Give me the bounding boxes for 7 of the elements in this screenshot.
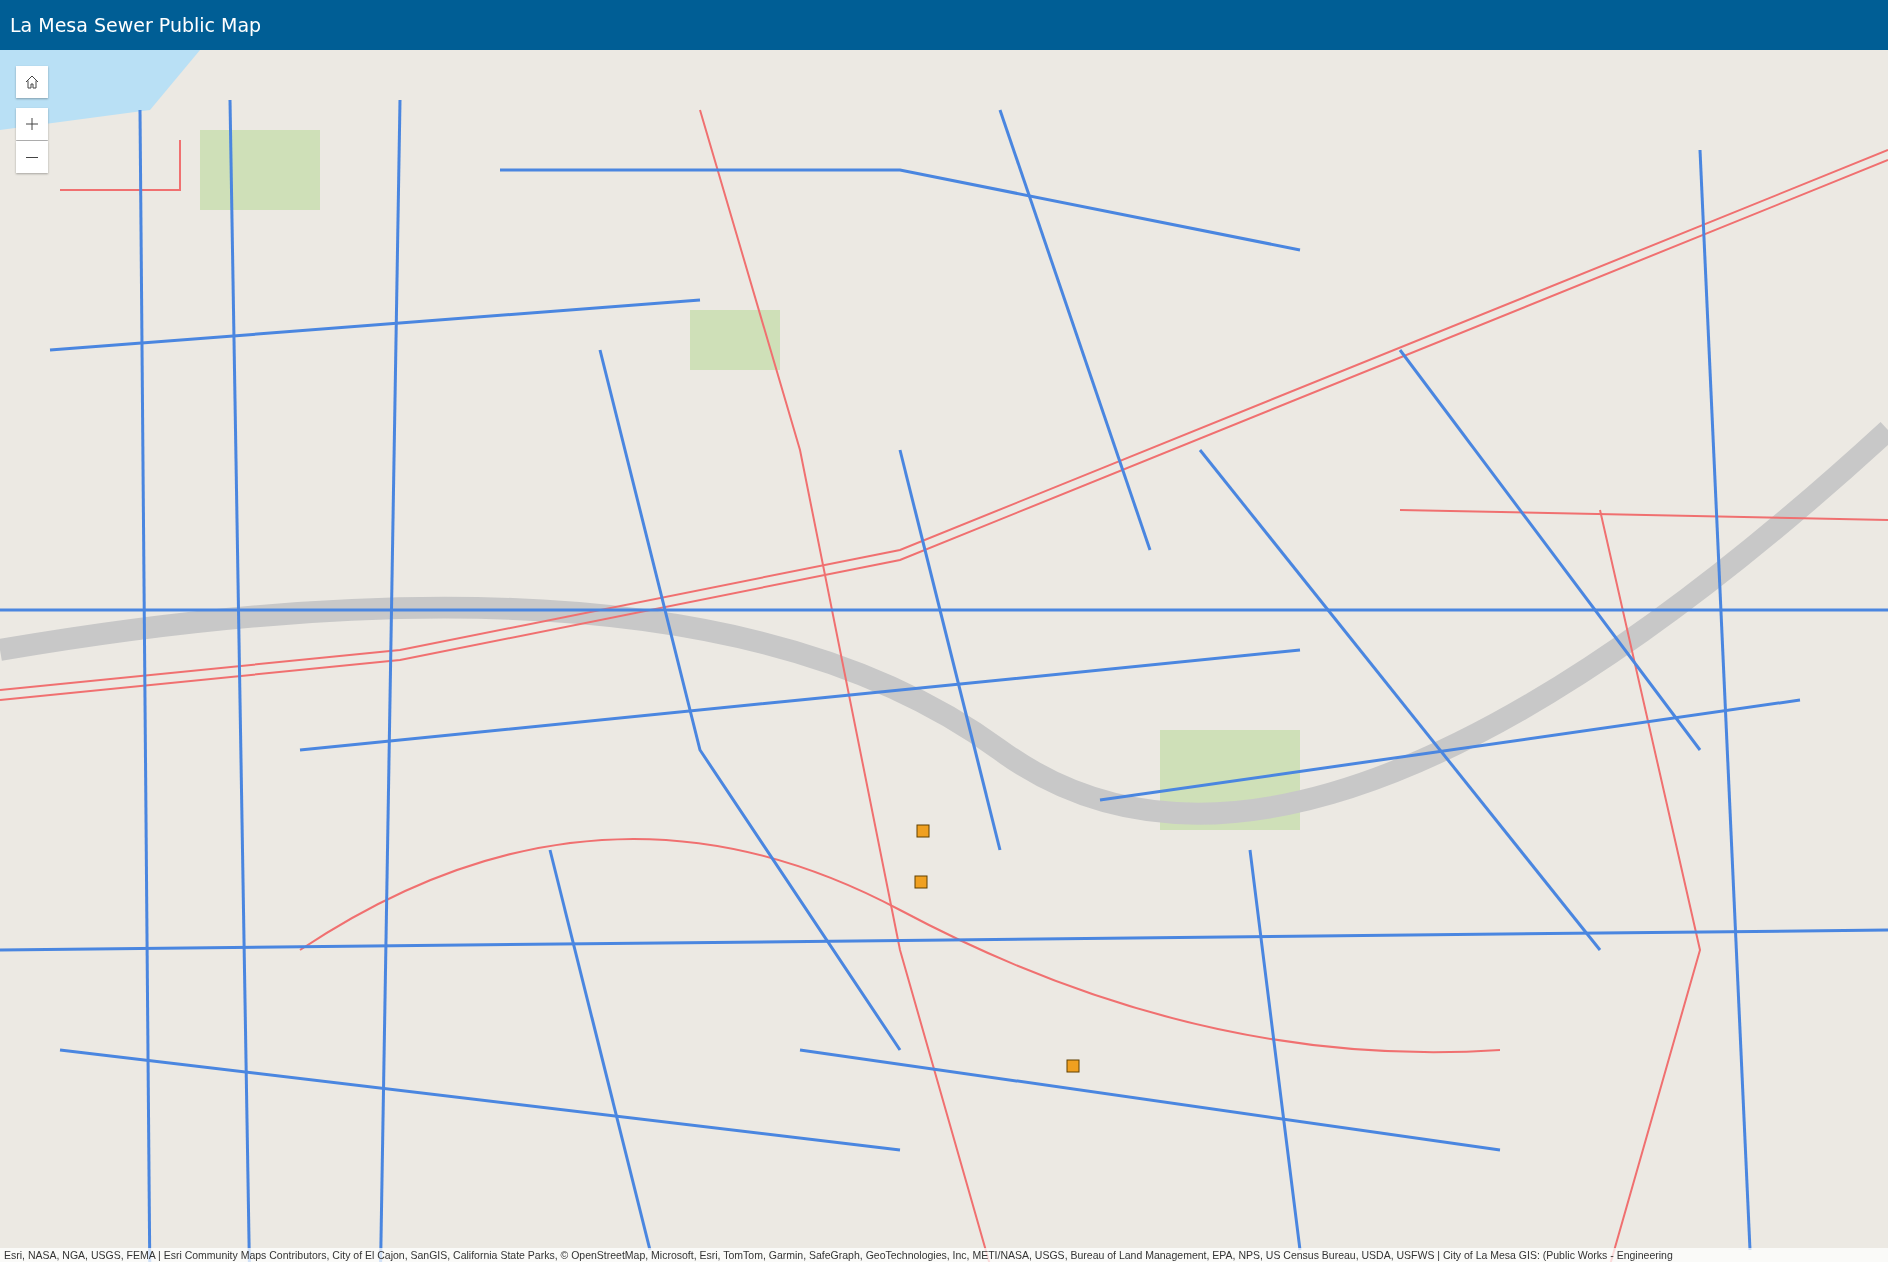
- home-icon: [24, 74, 40, 90]
- minus-icon: [26, 156, 38, 158]
- map-attribution: Esri, NASA, NGA, USGS, FEMA | Esri Community Maps Contributors, City of El Cajon, SanGIS, California State Parks, © OpenStreetMap, Microsoft, Esri, TomTom, Garmin, SafeGraph, GeoTechnologies, Inc, METI/NASA, USGS, Bureau of Land Management, EPA, NPS, US Census Bureau, USDA, USFWS | City of La Mesa GIS: (Public Works - Engineering: [0, 1248, 1888, 1262]
- app-title: La Mesa Sewer Public Map: [10, 14, 262, 36]
- plus-icon: [24, 116, 40, 132]
- home-button[interactable]: [16, 66, 48, 98]
- zoom-in-button[interactable]: [16, 108, 48, 140]
